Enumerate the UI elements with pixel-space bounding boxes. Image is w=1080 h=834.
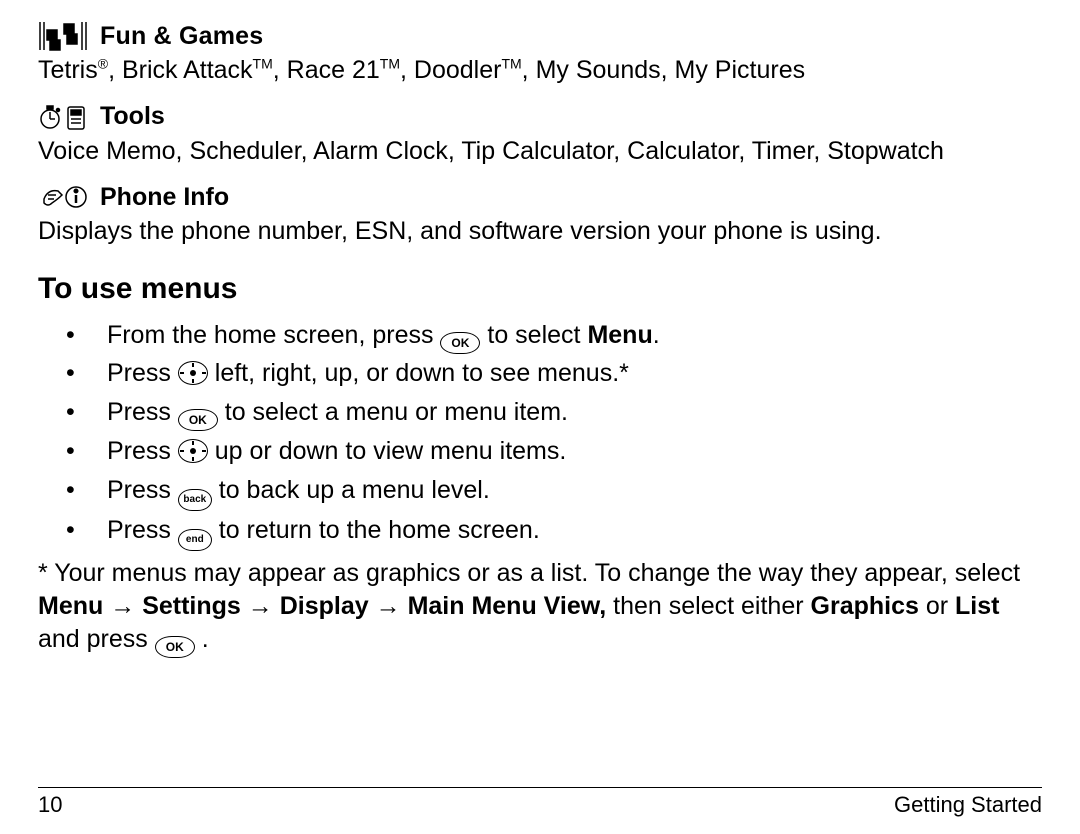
list-item: From the home screen, press OK to select… — [38, 316, 1042, 355]
instruction-list: From the home screen, press OK to select… — [38, 316, 1042, 551]
phone-info-title: Phone Info — [100, 183, 229, 212]
chapter-title: Getting Started — [894, 792, 1042, 818]
menu-view-note: * Your menus may appear as graphics or a… — [38, 557, 1042, 658]
list-item: Press OK to select a menu or menu item. — [38, 393, 1042, 432]
fun-and-games-heading: Fun & Games — [38, 20, 1042, 52]
back-key-icon: back — [178, 489, 212, 511]
fun-games-title: Fun & Games — [100, 22, 263, 51]
tools-icon — [38, 101, 90, 133]
fun-games-icon — [38, 20, 90, 52]
fun-games-body: Tetris®, Brick AttackTM, Race 21TM, Dood… — [38, 54, 1042, 87]
phone-info-body: Displays the phone number, ESN, and soft… — [38, 215, 1042, 248]
tools-title: Tools — [100, 102, 165, 131]
phone-info-icon — [38, 181, 90, 213]
end-key-icon: end — [178, 529, 212, 551]
nav-key-icon — [178, 439, 208, 463]
manual-page: Fun & Games Tetris®, Brick AttackTM, Rac… — [0, 0, 1080, 834]
to-use-menus-heading: To use menus — [38, 272, 1042, 306]
phone-info-heading: Phone Info — [38, 181, 1042, 213]
ok-key-icon: OK — [178, 409, 218, 431]
nav-key-icon — [178, 361, 208, 385]
page-number: 10 — [38, 792, 62, 818]
ok-key-icon: OK — [155, 636, 195, 658]
list-item: Press up or down to view menu items. — [38, 432, 1042, 471]
tools-body: Voice Memo, Scheduler, Alarm Clock, Tip … — [38, 135, 1042, 168]
ok-key-icon: OK — [440, 332, 480, 354]
list-item: Press left, right, up, or down to see me… — [38, 354, 1042, 393]
tools-heading: Tools — [38, 101, 1042, 133]
list-item: Press back to back up a menu level. — [38, 471, 1042, 511]
page-footer: 10 Getting Started — [38, 787, 1042, 818]
list-item: Press end to return to the home screen. — [38, 511, 1042, 551]
